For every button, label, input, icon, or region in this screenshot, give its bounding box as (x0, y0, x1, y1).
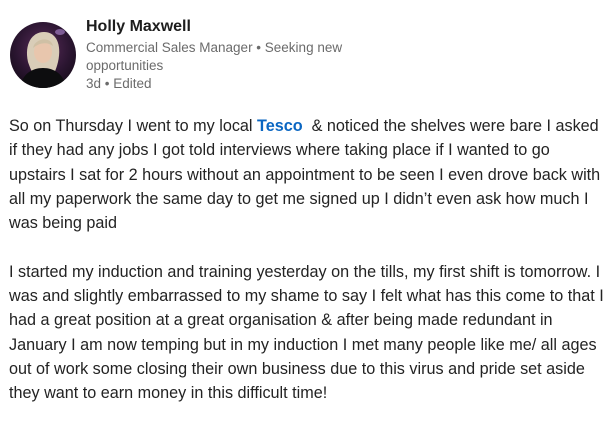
author-name[interactable]: Holly Maxwell (86, 16, 386, 38)
post-paragraph-1: So on Thursday I went to my local Tesco … (9, 114, 609, 235)
feed-post: Holly Maxwell Commercial Sales Manager •… (0, 0, 615, 439)
paragraph-1-start: So on Thursday I went to my local (9, 117, 258, 135)
edited-label: Edited (113, 76, 152, 91)
author-headline: Commercial Sales Manager • Seeking new o… (86, 40, 343, 73)
author-meta: Holly Maxwell Commercial Sales Manager •… (86, 12, 386, 93)
post-paragraph-2: I started my induction and training yest… (9, 262, 604, 403)
post-header: Holly Maxwell Commercial Sales Manager •… (10, 12, 610, 102)
author-photo (10, 22, 76, 88)
timestamp-separator: • (101, 76, 114, 91)
company-mention-link[interactable]: Tesco (257, 117, 303, 135)
post-body: So on Thursday I went to my local Tesco … (9, 114, 609, 406)
post-age: 3d (86, 76, 102, 91)
author-avatar[interactable] (10, 22, 76, 88)
post-timestamp: 3d • Edited (86, 75, 386, 93)
